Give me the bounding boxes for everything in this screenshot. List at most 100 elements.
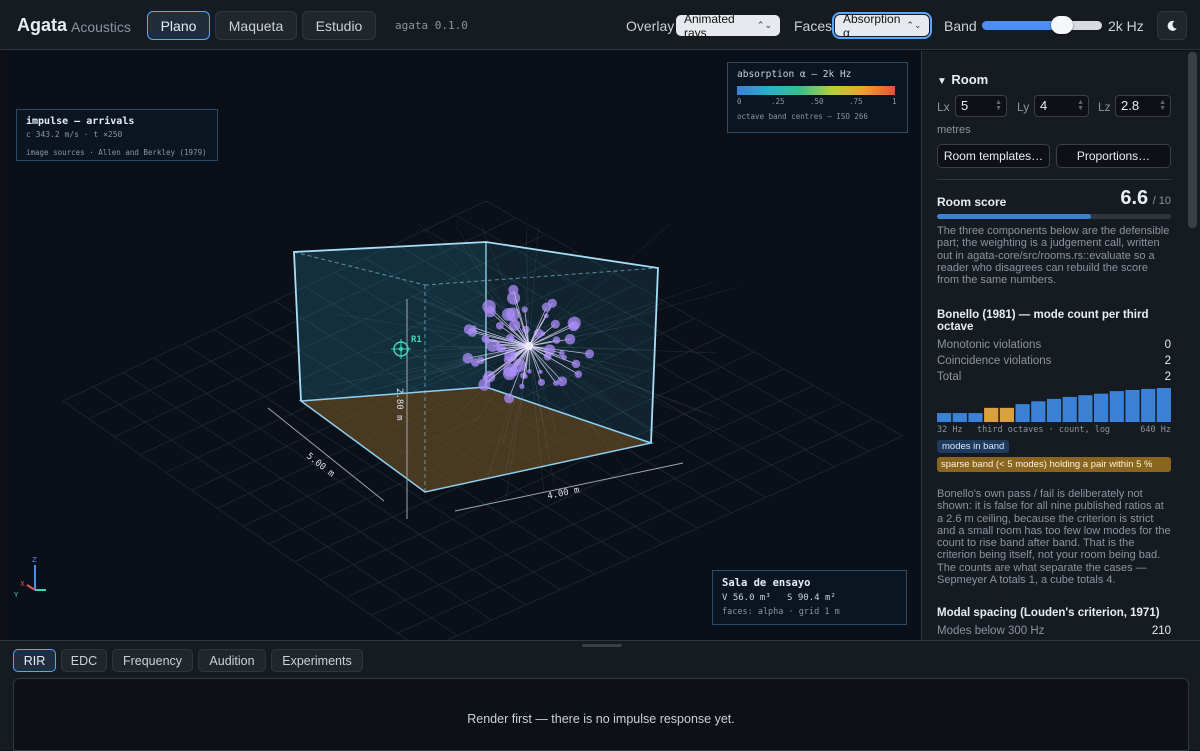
tab-experiments[interactable]: Experiments bbox=[271, 649, 363, 672]
modal-row-value: 210 bbox=[1152, 625, 1171, 637]
impulse-note: image sources · Allen and Berkley (1979) bbox=[26, 148, 208, 157]
ray-arrival-dot bbox=[575, 371, 582, 378]
ray-arrival-dot bbox=[506, 334, 514, 342]
mode-count-bar bbox=[1063, 397, 1077, 422]
bonello-title: Bonello (1981) — mode count per third oc… bbox=[937, 309, 1171, 333]
modes-in-band-badge: modes in band bbox=[937, 440, 1009, 453]
colorbar-tick: 0 bbox=[737, 97, 742, 106]
ray-arrival-dot bbox=[527, 369, 532, 374]
nav-estudio-button[interactable]: Estudio bbox=[302, 11, 376, 40]
score-label: Room score bbox=[937, 195, 1006, 209]
tab-audition[interactable]: Audition bbox=[198, 649, 266, 672]
bonello-row-label: Monotonic violations bbox=[937, 339, 1041, 351]
collapse-caret-icon: ▼ bbox=[937, 76, 947, 87]
bonello-row: Monotonic violations0 bbox=[937, 339, 1171, 351]
ray-arrival-dot bbox=[557, 376, 567, 386]
dim-lz-value: 2.8 bbox=[1121, 98, 1139, 113]
units-label: metres bbox=[937, 124, 971, 136]
axis-z-label: Z bbox=[32, 556, 37, 564]
dim-ly-value: 4 bbox=[1040, 98, 1047, 113]
bottom-dock: RIR EDC Frequency Audition Experiments R… bbox=[0, 640, 1200, 750]
room-info-hud: Sala de ensayo V 56.0 m³ S 90.4 m² faces… bbox=[712, 570, 907, 625]
score-readout: 6.6 / 10 bbox=[1120, 187, 1171, 210]
band-label: Band bbox=[944, 18, 977, 34]
select-chevron-icon: ⌃⌄ bbox=[906, 20, 921, 31]
room-note: faces: alpha · grid 1 m bbox=[722, 607, 897, 617]
version-label: agata 0.1.0 bbox=[395, 19, 468, 32]
ray-arrival-dot bbox=[551, 320, 560, 329]
spinner-icon[interactable]: ▲▼ bbox=[995, 100, 1002, 112]
ray-arrival-dot bbox=[484, 337, 490, 343]
room-section-header[interactable]: ▼ Room bbox=[937, 71, 988, 89]
bonello-row-label: Total bbox=[937, 371, 961, 383]
app-subtitle: Acoustics bbox=[71, 19, 131, 35]
band-value: 2k Hz bbox=[1108, 18, 1144, 34]
dim-lz-input[interactable]: 2.8 ▲▼ bbox=[1115, 95, 1171, 117]
band-slider[interactable] bbox=[982, 21, 1102, 30]
band-slider-thumb[interactable] bbox=[1051, 16, 1073, 34]
mode-count-bar bbox=[1047, 399, 1061, 422]
mode-count-bar bbox=[953, 413, 967, 422]
ray-arrival-dot bbox=[496, 342, 500, 346]
nav-plano-button[interactable]: Plano bbox=[147, 11, 210, 40]
ray-arrival-dot bbox=[522, 306, 528, 312]
tab-rir[interactable]: RIR bbox=[13, 649, 56, 672]
tab-frequency[interactable]: Frequency bbox=[112, 649, 193, 672]
impulse-sub: c 343.2 m/s · t ×250 bbox=[26, 130, 208, 139]
axes-gizmo: Z X Y bbox=[13, 553, 53, 601]
bars-axis-right: 640 Hz bbox=[1140, 425, 1171, 435]
score-explanation: The three components below are the defen… bbox=[937, 225, 1171, 286]
mode-count-bar bbox=[1110, 391, 1124, 422]
ray-arrival-dot bbox=[542, 302, 551, 311]
bonello-row-value: 2 bbox=[1165, 371, 1171, 383]
ray-arrival-dot bbox=[519, 384, 524, 389]
dim-ly-input[interactable]: 4 ▲▼ bbox=[1034, 95, 1089, 117]
overlay-select[interactable]: Animated rays ⌃⌄ bbox=[676, 15, 780, 36]
ray-arrival-dot bbox=[471, 358, 479, 366]
axis-y-label: Y bbox=[13, 591, 19, 599]
mode-count-bar bbox=[1125, 390, 1139, 422]
receiver-label: R1 bbox=[411, 335, 422, 345]
rir-view: Render first — there is no impulse respo… bbox=[13, 678, 1189, 751]
mode-count-bar bbox=[1078, 395, 1092, 422]
ray-arrival-dot bbox=[496, 346, 502, 352]
impulse-hud: impulse — arrivals c 343.2 m/s · t ×250 … bbox=[16, 109, 218, 161]
spinner-icon[interactable]: ▲▼ bbox=[1077, 100, 1084, 112]
faces-select[interactable]: Absorption α ⌃⌄ bbox=[835, 15, 929, 36]
sparse-band-badge: sparse band (< 5 modes) holding a pair w… bbox=[937, 457, 1171, 472]
bars-axis-mid: third octaves · count, log bbox=[977, 425, 1110, 435]
spinner-icon[interactable]: ▲▼ bbox=[1159, 100, 1166, 112]
3d-viewport[interactable]: 2.80 m 5.00 m 4.00 m R1 impulse — arriva… bbox=[3, 51, 920, 640]
panel-scrollbar[interactable] bbox=[1188, 52, 1197, 228]
mode-count-bar bbox=[1141, 389, 1155, 422]
overlay-select-value: Animated rays bbox=[684, 12, 751, 40]
mode-count-bar bbox=[1094, 394, 1108, 422]
ray-arrival-dot bbox=[522, 326, 530, 334]
modal-row-label: Modes below 300 Hz bbox=[937, 625, 1044, 637]
bonello-explanation: Bonello's own pass / fail is deliberatel… bbox=[937, 488, 1171, 586]
faces-label: Faces bbox=[794, 18, 832, 34]
tab-edc[interactable]: EDC bbox=[61, 649, 107, 672]
proportions-button[interactable]: Proportions… bbox=[1056, 144, 1171, 168]
theme-toggle-button[interactable] bbox=[1157, 11, 1187, 40]
properties-panel[interactable]: ▼ Room Lx 5▲▼ Ly 4▲▼ Lz 2.8▲▼ metres Roo… bbox=[921, 51, 1200, 640]
absorption-note: octave band centres — ISO 266 bbox=[737, 112, 898, 121]
dim-lx-input[interactable]: 5▲▼ bbox=[955, 95, 1007, 117]
modal-row: Modes below 300 Hz 210 bbox=[937, 625, 1171, 637]
ray-arrival-dot bbox=[568, 317, 581, 330]
mode-count-bar bbox=[1031, 401, 1045, 422]
mode-count-bars bbox=[937, 388, 1171, 422]
ray-arrival-dot bbox=[503, 363, 517, 377]
room-section-title: Room bbox=[951, 72, 988, 87]
nav-maqueta-button[interactable]: Maqueta bbox=[215, 11, 297, 40]
room-templates-button[interactable]: Room templates… bbox=[937, 144, 1050, 168]
ray-arrival-dot bbox=[553, 336, 561, 344]
bars-axis: 32 Hz third octaves · count, log 640 Hz bbox=[937, 425, 1171, 436]
section-divider bbox=[937, 179, 1171, 180]
resize-handle[interactable] bbox=[582, 644, 622, 647]
bonello-row: Coincidence violations2 bbox=[937, 355, 1171, 367]
moon-icon bbox=[1166, 20, 1178, 32]
ray-arrival-dot bbox=[585, 349, 594, 358]
ray-arrival-dot bbox=[565, 334, 576, 345]
ray-arrival-dot bbox=[472, 325, 477, 330]
